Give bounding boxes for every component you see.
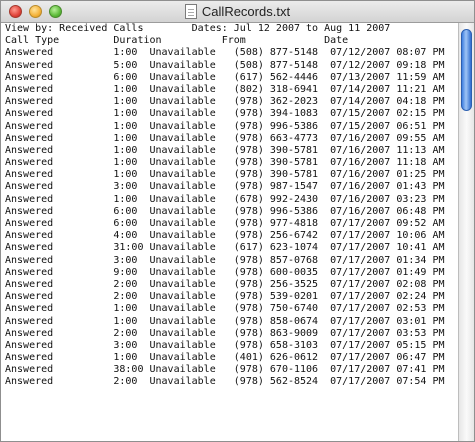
call-records-list: Answered 1:00 Unavailable (508) 877-5148… bbox=[5, 47, 460, 388]
header-line-columns: Call Type Duration From Date bbox=[5, 35, 349, 47]
record-line: Answered 2:00 Unavailable (978) 256-3525… bbox=[5, 278, 445, 290]
record-line: Answered 1:00 Unavailable (978) 362-2023… bbox=[5, 96, 445, 108]
record-line: Answered 2:00 Unavailable (978) 539-0201… bbox=[5, 291, 445, 303]
record-line: Answered 6:00 Unavailable (617) 562-4446… bbox=[5, 71, 445, 83]
header-line-view-by: View by: Received Calls Dates: Jul 12 20… bbox=[5, 23, 391, 34]
record-line: Answered 31:00 Unavailable (617) 623-107… bbox=[5, 242, 445, 254]
record-line: Answered 1:00 Unavailable (978) 390-5781… bbox=[5, 144, 445, 156]
record-line: Answered 1:00 Unavailable (978) 390-5781… bbox=[5, 169, 445, 181]
vertical-scrollbar[interactable] bbox=[458, 23, 474, 441]
record-line: Answered 1:00 Unavailable (802) 318-6941… bbox=[5, 83, 445, 95]
document-icon[interactable] bbox=[184, 4, 197, 19]
record-line: Answered 6:00 Unavailable (978) 977-4818… bbox=[5, 218, 445, 229]
text-content-area[interactable]: View by: Received Calls Dates: Jul 12 20… bbox=[1, 23, 460, 441]
window-title-group: CallRecords.txt bbox=[1, 1, 474, 22]
window-title: CallRecords.txt bbox=[201, 4, 291, 19]
record-line: Answered 1:00 Unavailable (978) 996-5386… bbox=[5, 120, 445, 132]
record-line: Answered 1:00 Unavailable (978) 663-4773… bbox=[5, 132, 445, 144]
text-editor-window: CallRecords.txt View by: Received Calls … bbox=[0, 0, 475, 442]
record-line: Answered 1:00 Unavailable (508) 877-5148… bbox=[5, 47, 445, 59]
record-line: Answered 3:00 Unavailable (978) 987-1547… bbox=[5, 181, 445, 193]
title-bar[interactable]: CallRecords.txt bbox=[1, 1, 474, 23]
record-line: Answered 1:00 Unavailable (978) 750-6740… bbox=[5, 303, 445, 315]
record-line: Answered 1:00 Unavailable (978) 858-0674… bbox=[5, 315, 445, 327]
record-line: Answered 4:00 Unavailable (978) 256-6742… bbox=[5, 230, 445, 242]
record-line: Answered 3:00 Unavailable (978) 658-3103… bbox=[5, 339, 445, 351]
record-line: Answered 5:00 Unavailable (508) 877-5148… bbox=[5, 59, 445, 71]
record-line: Answered 6:00 Unavailable (978) 996-5386… bbox=[5, 205, 445, 217]
scrollbar-thumb[interactable] bbox=[461, 29, 472, 111]
record-line: Answered 1:00 Unavailable (978) 394-1083… bbox=[5, 108, 445, 120]
record-line: Answered 38:00 Unavailable (978) 670-110… bbox=[5, 364, 445, 376]
record-line: Answered 2:00 Unavailable (978) 562-8524… bbox=[5, 376, 445, 388]
record-line: Answered 9:00 Unavailable (978) 600-0035… bbox=[5, 266, 445, 278]
record-line: Answered 3:00 Unavailable (978) 857-0768… bbox=[5, 254, 445, 266]
record-line: Answered 1:00 Unavailable (978) 390-5781… bbox=[5, 157, 445, 169]
record-line: Answered 1:00 Unavailable (401) 626-0612… bbox=[5, 352, 445, 364]
record-line: Answered 2:00 Unavailable (978) 863-9009… bbox=[5, 327, 445, 339]
record-line: Answered 1:00 Unavailable (678) 992-2430… bbox=[5, 193, 445, 205]
